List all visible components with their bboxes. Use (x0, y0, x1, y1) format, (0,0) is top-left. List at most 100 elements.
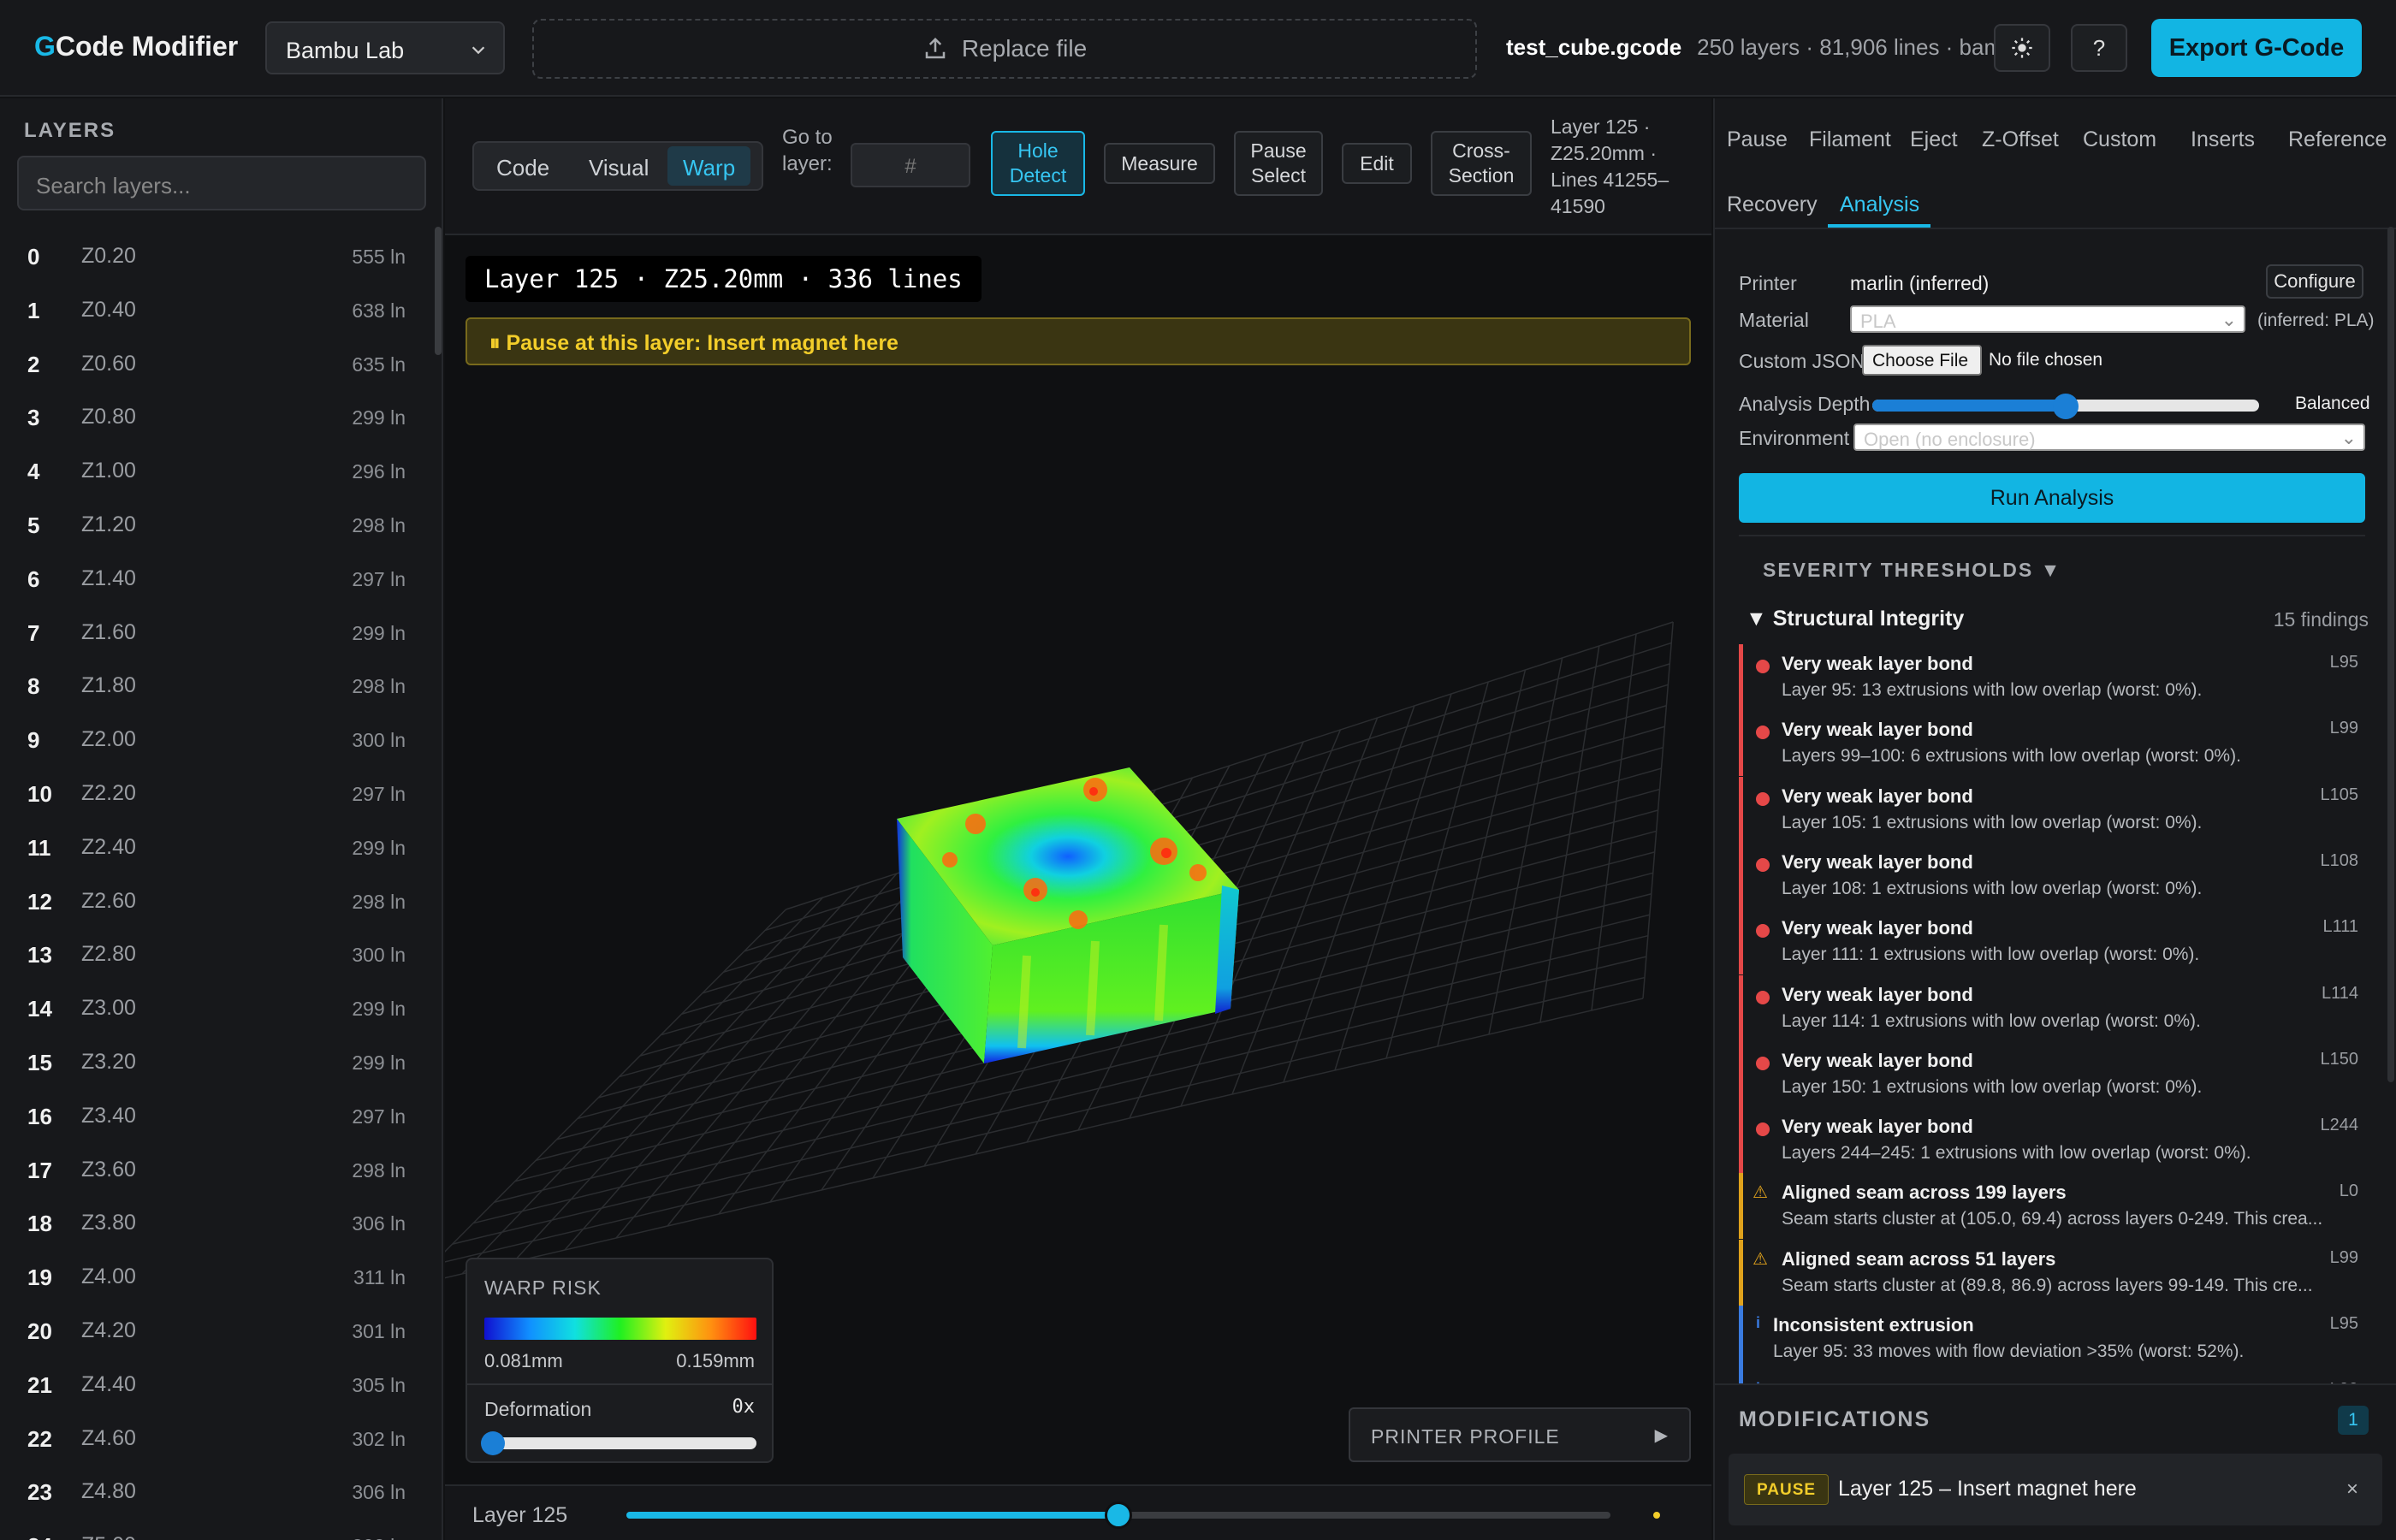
replace-file-dropzone[interactable]: Replace file (532, 19, 1477, 79)
layer-z: Z4.20 (81, 1318, 136, 1342)
finding-layer: L105 (2320, 785, 2359, 804)
analysis-divider (1739, 535, 2365, 536)
tab-zoffset[interactable]: Z-Offset (1982, 127, 2059, 152)
layer-row[interactable]: 17 Z3.60 298 ln (0, 1142, 428, 1195)
layer-row[interactable]: 10 Z2.20 297 ln (0, 766, 428, 819)
cross-section-button[interactable]: Cross-Section (1431, 131, 1532, 196)
layer-row[interactable]: 11 Z2.40 299 ln (0, 820, 428, 873)
layer-row[interactable]: 0 Z0.20 555 ln (0, 228, 428, 281)
tab-filament[interactable]: Filament (1809, 127, 1891, 152)
warp-model-cube (897, 767, 1239, 1063)
printer-profile-toggle[interactable]: PRINTER PROFILE ▶ (1349, 1407, 1691, 1462)
severity-thresholds-toggle[interactable]: SEVERITY THRESHOLDS ▼ (1763, 559, 2061, 582)
layer-row[interactable]: 14 Z3.00 299 ln (0, 980, 428, 1034)
warp-legend-title: WARP RISK (484, 1276, 602, 1299)
view-visual-tab[interactable]: Visual (589, 155, 649, 181)
layer-row[interactable]: 5 Z1.20 298 ln (0, 497, 428, 550)
finding-item[interactable]: Very weak layer bond Layer 108: 1 extrusi… (1739, 842, 2369, 909)
tab-recovery[interactable]: Recovery (1727, 192, 1818, 217)
printer-select[interactable]: Bambu Lab (265, 21, 505, 74)
finding-title: Very weak layer bond (1782, 983, 1973, 1005)
layer-row[interactable]: 21 Z4.40 305 ln (0, 1357, 428, 1410)
layer-row[interactable]: 7 Z1.60 299 ln (0, 605, 428, 658)
layer-row[interactable]: 8 Z1.80 298 ln (0, 658, 428, 711)
layer-number: 16 (27, 1103, 52, 1129)
finding-item[interactable]: i Inconsistent extrusion Layer 95: 33 move… (1739, 1306, 2369, 1371)
measure-button[interactable]: Measure (1104, 143, 1215, 184)
finding-item[interactable]: Very weak layer bond Layer 105: 1 extrusi… (1739, 776, 2369, 843)
deformation-slider-track[interactable] (484, 1437, 756, 1449)
layer-row[interactable]: 3 Z0.80 299 ln (0, 389, 428, 442)
layer-search-input[interactable]: Search layers... (17, 156, 426, 210)
choose-file-button[interactable]: Choose File (1862, 345, 1982, 376)
layer-row[interactable]: 12 Z2.60 298 ln (0, 874, 428, 927)
tab-pause[interactable]: Pause (1727, 127, 1788, 152)
finding-layer: L114 (2321, 983, 2358, 1003)
pause-select-button[interactable]: Pause Select (1234, 131, 1323, 196)
layer-row[interactable]: 9 Z2.00 300 ln (0, 712, 428, 765)
pause-notice: ⏸ Pause at this layer: Insert magnet her… (466, 317, 1691, 365)
layer-number: 13 (27, 942, 52, 968)
finding-item[interactable]: Very weak layer bond Layer 150: 1 extrusi… (1739, 1040, 2369, 1107)
theme-toggle-button[interactable] (1994, 24, 2050, 72)
layer-number: 11 (27, 834, 51, 861)
help-button[interactable]: ? (2071, 24, 2127, 72)
severity-bar (1739, 1173, 1743, 1240)
layer-row[interactable]: 23 Z4.80 306 ln (0, 1464, 428, 1517)
view-warp-tab[interactable]: Warp (667, 146, 751, 186)
structural-integrity-group[interactable]: ▼ Structural Integrity 15 findings (1746, 607, 2369, 631)
layer-row[interactable]: 6 Z1.40 297 ln (0, 551, 428, 604)
layer-lines: 299 ln (352, 406, 406, 429)
panel-scrollbar[interactable] (2387, 227, 2394, 1082)
layer-z: Z0.40 (81, 297, 136, 322)
tab-custom[interactable]: Custom (2083, 127, 2156, 152)
layer-row[interactable]: 19 Z4.00 311 ln (0, 1249, 428, 1302)
configure-button[interactable]: Configure (2266, 264, 2363, 299)
modification-item[interactable]: PAUSE Layer 125 – Insert magnet here × (1729, 1454, 2382, 1525)
layer-row[interactable]: 20 Z4.20 301 ln (0, 1303, 428, 1356)
layer-number: 22 (27, 1425, 52, 1452)
finding-layer: L244 (2320, 1116, 2359, 1135)
edit-button[interactable]: Edit (1342, 143, 1412, 184)
sidebar-scrollbar[interactable] (435, 227, 442, 355)
run-analysis-button[interactable]: Run Analysis (1739, 473, 2365, 523)
tab-eject[interactable]: Eject (1910, 127, 1958, 152)
layer-row[interactable]: 15 Z3.20 299 ln (0, 1034, 428, 1087)
export-gcode-button[interactable]: Export G-Code (2151, 19, 2362, 77)
layer-slider-handle[interactable] (1105, 1502, 1132, 1529)
deformation-slider-handle[interactable] (481, 1431, 505, 1455)
layer-row[interactable]: 22 Z4.60 302 ln (0, 1411, 428, 1464)
finding-title: Very weak layer bond (1782, 1116, 1973, 1138)
finding-item[interactable]: Very weak layer bond Layer 111: 1 extrusi… (1739, 909, 2369, 975)
hole-detect-button[interactable]: Hole Detect (991, 131, 1085, 196)
material-select-value: PLA (1860, 311, 1896, 332)
finding-item[interactable]: Very weak layer bond Layers 99–100: 6 ext… (1739, 710, 2369, 777)
finding-item[interactable]: Very weak layer bond Layer 114: 1 extrusi… (1739, 974, 2369, 1041)
tab-reference[interactable]: Reference (2288, 127, 2387, 152)
environment-select[interactable]: Open (no enclosure) ⌄ (1853, 424, 2365, 451)
layer-row[interactable]: 2 Z0.60 635 ln (0, 336, 428, 389)
finding-item[interactable]: ⚠ Aligned seam across 199 layers Seam star… (1739, 1173, 2369, 1240)
play-arrow-icon: ▶ (1654, 1426, 1669, 1445)
finding-item[interactable]: Very weak layer bond Layers 244–245: 1 ex… (1739, 1107, 2369, 1174)
tab-analysis[interactable]: Analysis (1840, 192, 1919, 217)
view-code-tab[interactable]: Code (496, 155, 549, 181)
layer-z: Z2.60 (81, 888, 136, 913)
layer-lines: 306 ln (352, 1481, 406, 1504)
printer-label: Printer (1739, 272, 1797, 294)
remove-mod-button[interactable]: × (2346, 1478, 2358, 1502)
finding-item[interactable]: Very weak layer bond Layer 95: 13 extrusi… (1739, 644, 2369, 710)
layer-row[interactable]: 18 Z3.80 306 ln (0, 1195, 428, 1248)
finding-item[interactable]: ⚠ Aligned seam across 51 layers Seam start… (1739, 1239, 2369, 1306)
goto-layer-input[interactable]: # (851, 143, 970, 187)
layer-row[interactable]: 1 Z0.40 638 ln (0, 282, 428, 335)
layer-row[interactable]: 16 Z3.40 297 ln (0, 1088, 428, 1141)
tab-inserts[interactable]: Inserts (2191, 127, 2255, 152)
depth-slider-handle[interactable] (2053, 394, 2079, 419)
file-info: test_cube.gcode 250 layers · 81,906 lines… (1506, 34, 2027, 61)
layer-row[interactable]: 24 Z5.00 302 ln (0, 1518, 428, 1540)
layer-row[interactable]: 13 Z2.80 300 ln (0, 927, 428, 980)
group-count: 15 findings (2273, 608, 2369, 631)
layer-row[interactable]: 4 Z1.00 296 ln (0, 443, 428, 496)
material-select[interactable]: PLA ⌄ (1850, 305, 2245, 333)
